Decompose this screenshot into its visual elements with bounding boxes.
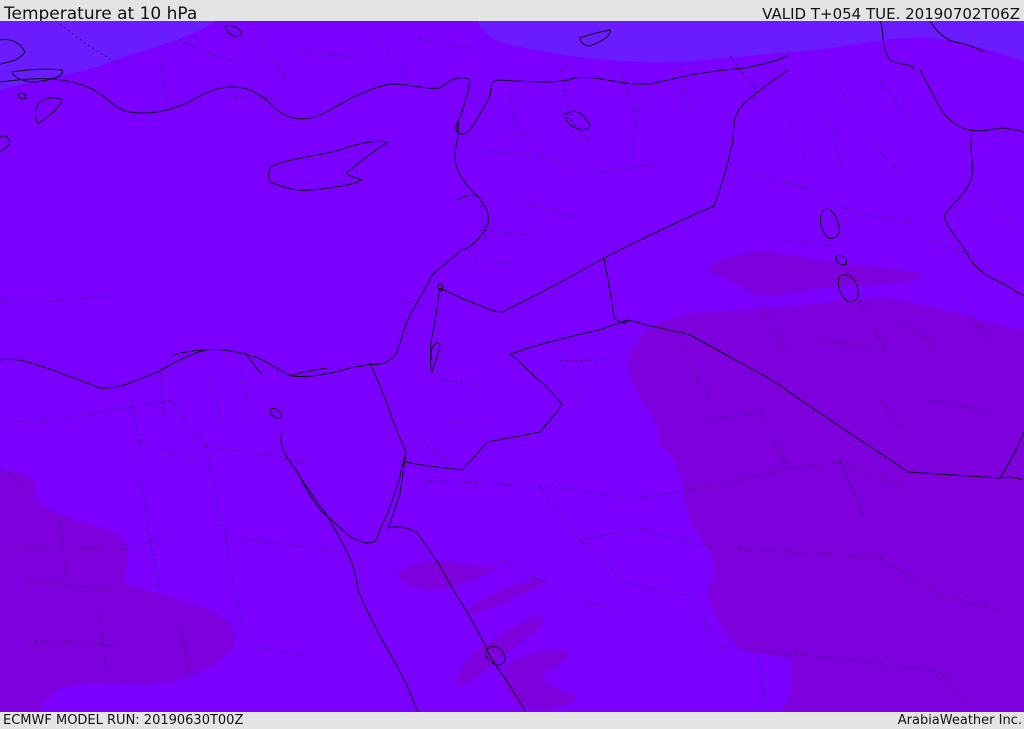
header-bar: Temperature at 10 hPa VALID T+054 TUE. 2…	[0, 0, 1024, 24]
temperature-map	[0, 21, 1024, 712]
credit-label: ArabiaWeather Inc.	[897, 713, 1022, 728]
model-run-label: ECMWF MODEL RUN: 20190630T00Z	[3, 713, 244, 728]
map-canvas	[0, 21, 1024, 712]
footer-bar: ECMWF MODEL RUN: 20190630T00Z ArabiaWeat…	[0, 712, 1024, 729]
map-figure: Temperature at 10 hPa VALID T+054 TUE. 2…	[0, 0, 1024, 729]
